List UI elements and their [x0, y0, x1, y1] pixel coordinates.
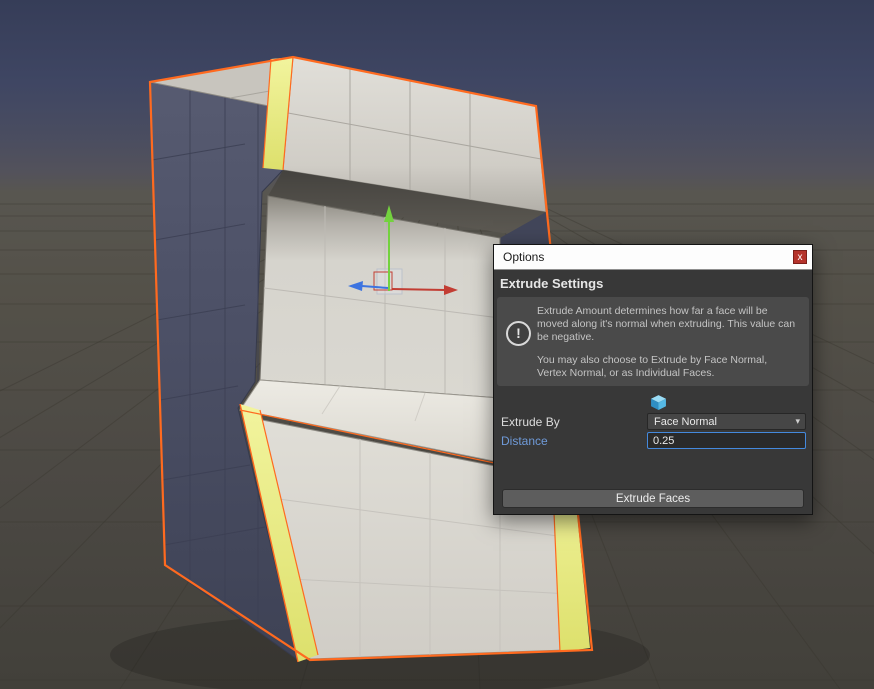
dialog-title: Options [503, 250, 544, 264]
extrude-by-dropdown[interactable]: Face Normal ▾ [647, 413, 806, 430]
distance-row: Distance [497, 432, 809, 449]
distance-label: Distance [497, 434, 647, 448]
extrude-by-value: Face Normal [654, 416, 717, 428]
exclamation-icon: ! [506, 321, 531, 346]
distance-input[interactable] [647, 432, 806, 449]
extrude-faces-button[interactable]: Extrude Faces [502, 489, 804, 508]
extrude-settings-header: Extrude Settings [497, 272, 809, 297]
options-dialog: Options x Extrude Settings ! Extrude Amo… [493, 244, 813, 515]
chevron-down-icon: ▾ [795, 416, 800, 427]
dialog-body: Extrude Settings ! Extrude Amount determ… [494, 270, 812, 514]
extrude-cube-icon [650, 394, 667, 411]
info-text-line2: You may also choose to Extrude by Face N… [537, 354, 799, 380]
close-icon[interactable]: x [793, 250, 807, 264]
extrude-mode-icon-row [650, 394, 809, 411]
info-text-line1: Extrude Amount determines how far a face… [537, 305, 799, 345]
extrude-by-row: Extrude By Face Normal ▾ [497, 413, 809, 430]
dialog-titlebar[interactable]: Options x [494, 245, 812, 270]
scene-view[interactable]: Options x Extrude Settings ! Extrude Amo… [0, 0, 874, 689]
info-box: ! Extrude Amount determines how far a fa… [497, 297, 809, 386]
extrude-by-label: Extrude By [497, 415, 647, 429]
